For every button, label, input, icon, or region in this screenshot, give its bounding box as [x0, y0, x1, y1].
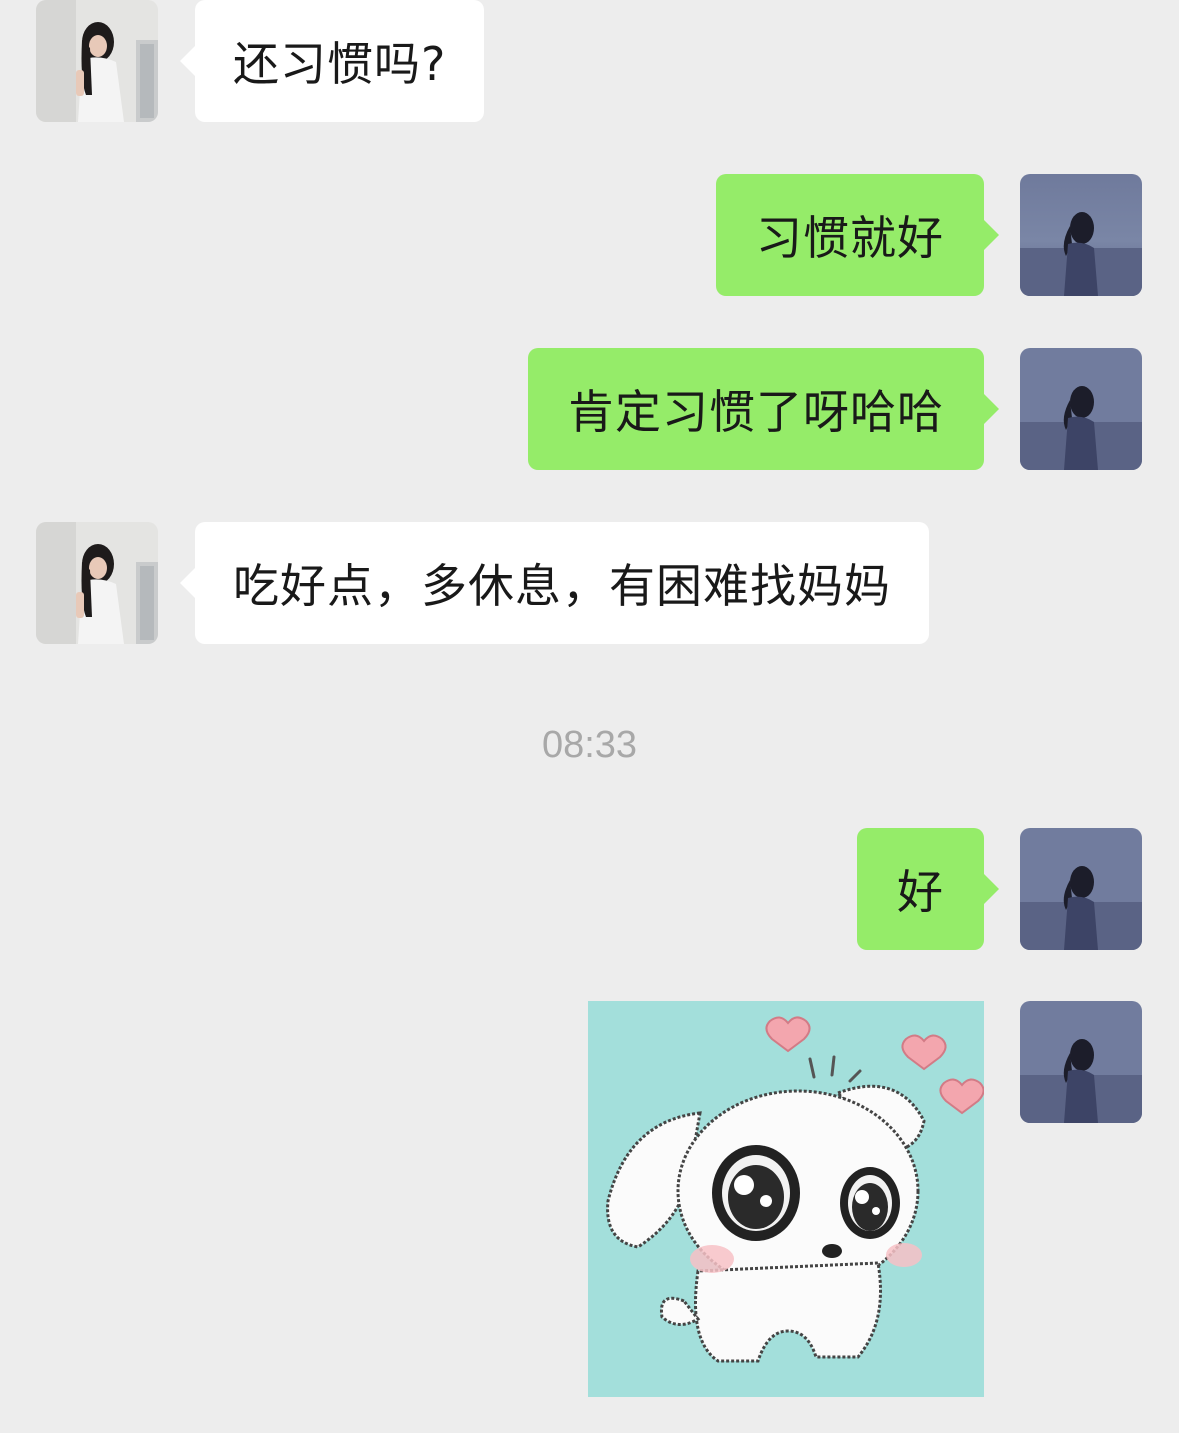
message-text: 肯定习惯了呀哈哈	[568, 385, 944, 439]
self-avatar-image	[1020, 1001, 1142, 1123]
message-text: 习惯就好	[756, 211, 944, 265]
chat-message-list[interactable]: 还习惯吗? 习惯就好 肯定习惯了呀哈哈 吃好点，多休息，有困难找妈妈 08:33…	[0, 0, 1179, 1433]
puppy-sticker-icon	[588, 1001, 984, 1397]
message-text: 好	[897, 865, 944, 919]
contact-avatar-image	[36, 0, 158, 122]
self-avatar-image	[1020, 174, 1142, 296]
message-text: 还习惯吗?	[233, 37, 447, 91]
contact-avatar[interactable]	[36, 0, 158, 122]
self-avatar[interactable]	[1020, 828, 1142, 950]
self-avatar[interactable]	[1020, 174, 1142, 296]
self-avatar[interactable]	[1020, 1001, 1142, 1123]
message-bubble-outgoing[interactable]: 肯定习惯了呀哈哈	[528, 348, 999, 470]
self-avatar-image	[1020, 828, 1142, 950]
self-avatar[interactable]	[1020, 348, 1142, 470]
sticker-message[interactable]	[588, 1001, 984, 1397]
contact-avatar[interactable]	[36, 522, 158, 644]
message-bubble-outgoing[interactable]: 习惯就好	[716, 174, 999, 296]
message-bubble-incoming[interactable]: 还习惯吗?	[179, 0, 485, 122]
message-timestamp: 08:33	[541, 724, 638, 766]
message-text: 吃好点，多休息，有困难找妈妈	[233, 559, 891, 613]
message-bubble-outgoing[interactable]: 好	[857, 828, 999, 950]
contact-avatar-image	[36, 522, 158, 644]
message-bubble-incoming[interactable]: 吃好点，多休息，有困难找妈妈	[180, 522, 929, 644]
self-avatar-image	[1020, 348, 1142, 470]
